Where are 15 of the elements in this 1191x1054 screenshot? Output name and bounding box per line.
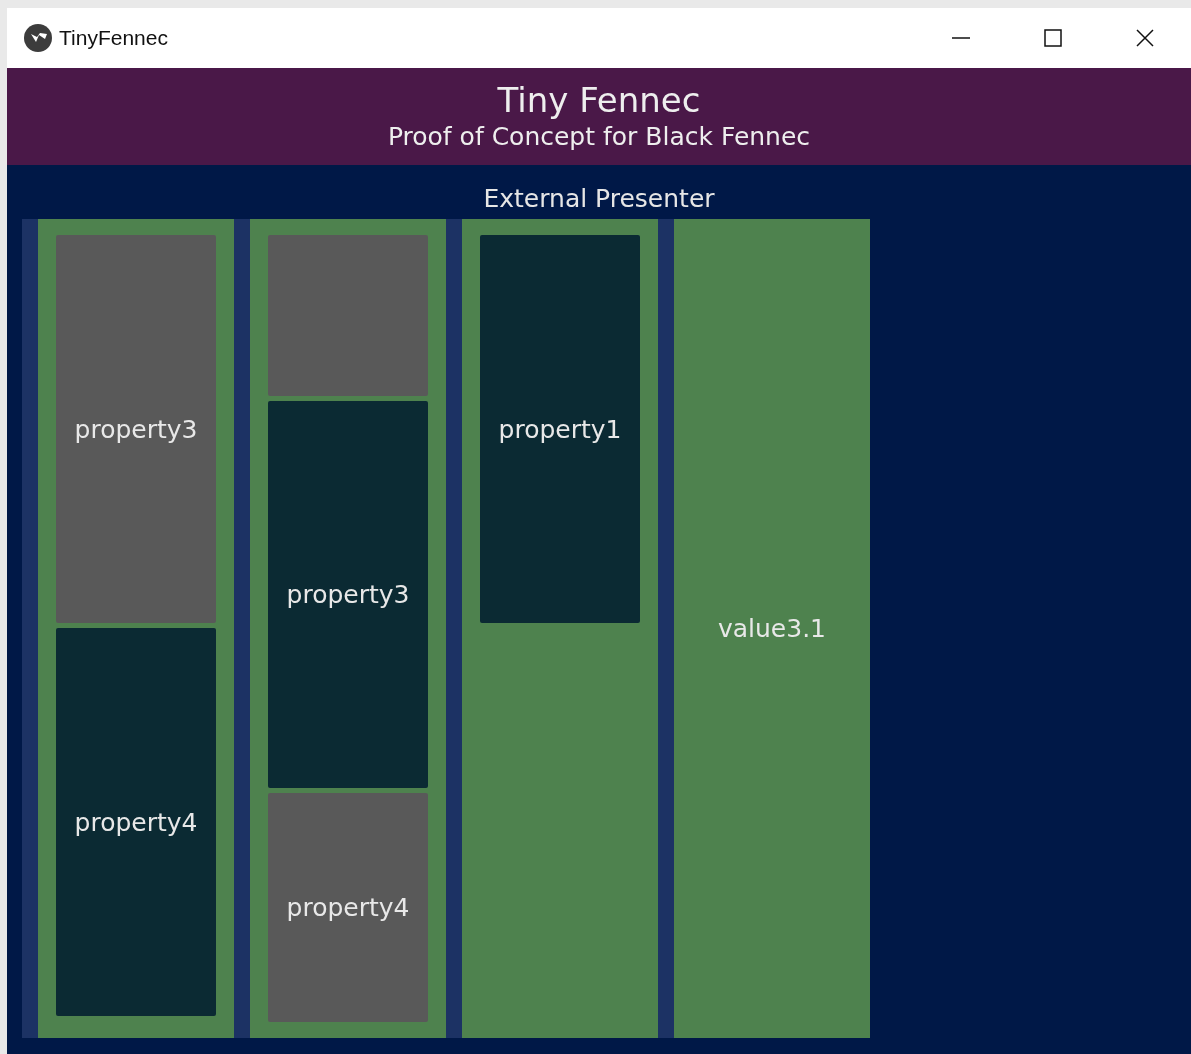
app-subtitle: Proof of Concept for Black Fennec [387,120,811,153]
value-item[interactable]: value3.1 [674,219,870,1038]
property-item[interactable] [268,235,428,396]
app-title: Tiny Fennec [497,79,701,120]
property-item[interactable]: property4 [56,628,216,1016]
app-logo-icon [23,23,53,53]
property-item[interactable]: property4 [268,793,428,1022]
maximize-icon [1044,29,1062,47]
property-item[interactable]: property3 [268,401,428,788]
window-title: TinyFennec [59,26,168,50]
close-icon [1136,29,1154,47]
property-item[interactable]: property1 [480,235,640,623]
presenter-title: External Presenter [482,183,716,215]
minimize-icon [952,37,970,39]
property-item[interactable]: property3 [56,235,216,623]
